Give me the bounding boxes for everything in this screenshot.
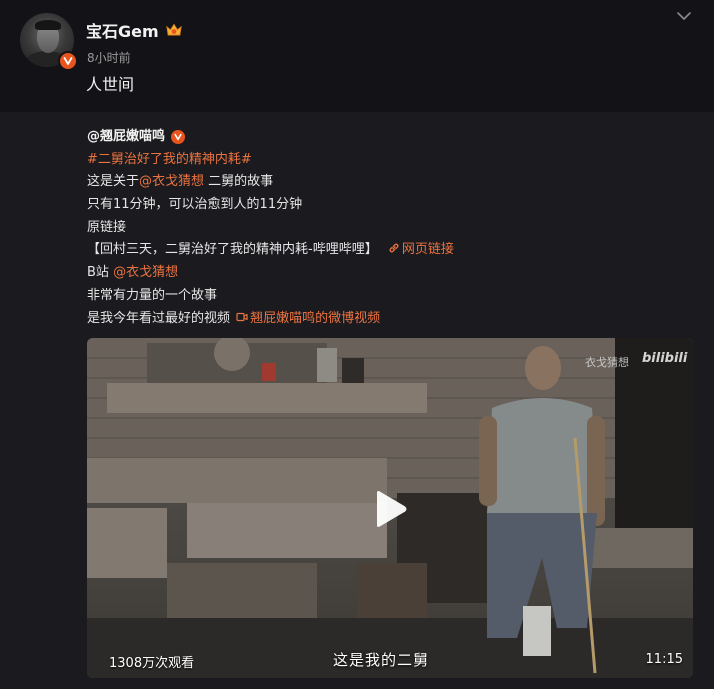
verified-badge-icon	[171, 130, 186, 145]
mention-link[interactable]: @衣戈猜想	[139, 174, 204, 189]
view-count: 1308万次观看	[109, 656, 195, 671]
video-watermark-channel: 衣戈猜想	[585, 356, 629, 369]
post-timestamp[interactable]: 8小时前	[87, 49, 131, 66]
text-line: 原链接	[87, 219, 127, 235]
text-segment: 二舅的故事	[204, 174, 274, 190]
weibo-post: 宝石Gem 8小时前 人世间 @翘屁嫩喵鸣 #二舅治好了我的精神内耗# 这是关于…	[0, 0, 714, 689]
video-duration: 11:15	[645, 652, 683, 667]
link-icon	[389, 244, 399, 253]
text-line: 非常有力量的一个故事	[87, 287, 218, 303]
text-line: 只有11分钟，可以治愈到人的11分钟	[87, 197, 303, 213]
video-icon	[236, 312, 248, 321]
original-author[interactable]: @翘屁嫩喵鸣	[87, 126, 186, 149]
post-caption: 人世间	[86, 75, 135, 94]
video-link[interactable]: 翘屁嫩喵鸣的微博视频	[234, 311, 380, 326]
avatar[interactable]	[20, 13, 78, 71]
reposted-card[interactable]: @翘屁嫩喵鸣 #二舅治好了我的精神内耗# 这是关于@衣戈猜想 二舅的故事 只有1…	[0, 112, 714, 689]
text-segment: 是我今年看过最好的视频	[87, 310, 231, 326]
mention-link[interactable]: @衣戈猜想	[113, 265, 178, 280]
video-subtitle: 这是我的二舅	[333, 651, 430, 669]
username[interactable]: 宝石Gem	[86, 18, 159, 42]
text-segment: 这是关于	[87, 174, 140, 190]
hashtag-link[interactable]: #二舅治好了我的精神内耗#	[87, 152, 252, 167]
chevron-down-icon	[677, 12, 691, 20]
crown-icon[interactable]	[165, 22, 183, 38]
more-button[interactable]	[674, 8, 694, 24]
web-link[interactable]: 网页链接	[382, 242, 454, 257]
play-icon	[377, 491, 407, 527]
text-segment: 【回村三天，二舅治好了我的精神内耗-哔哩哔哩】	[87, 242, 378, 258]
text-segment: B站	[87, 265, 114, 281]
play-button[interactable]	[366, 487, 414, 531]
verified-badge-icon	[58, 51, 78, 71]
video-watermark-logo: bilibili	[642, 351, 688, 366]
video-player[interactable]: 衣戈猜想 bilibili 1308万次观看 这是我的二舅 11:15	[87, 338, 693, 678]
